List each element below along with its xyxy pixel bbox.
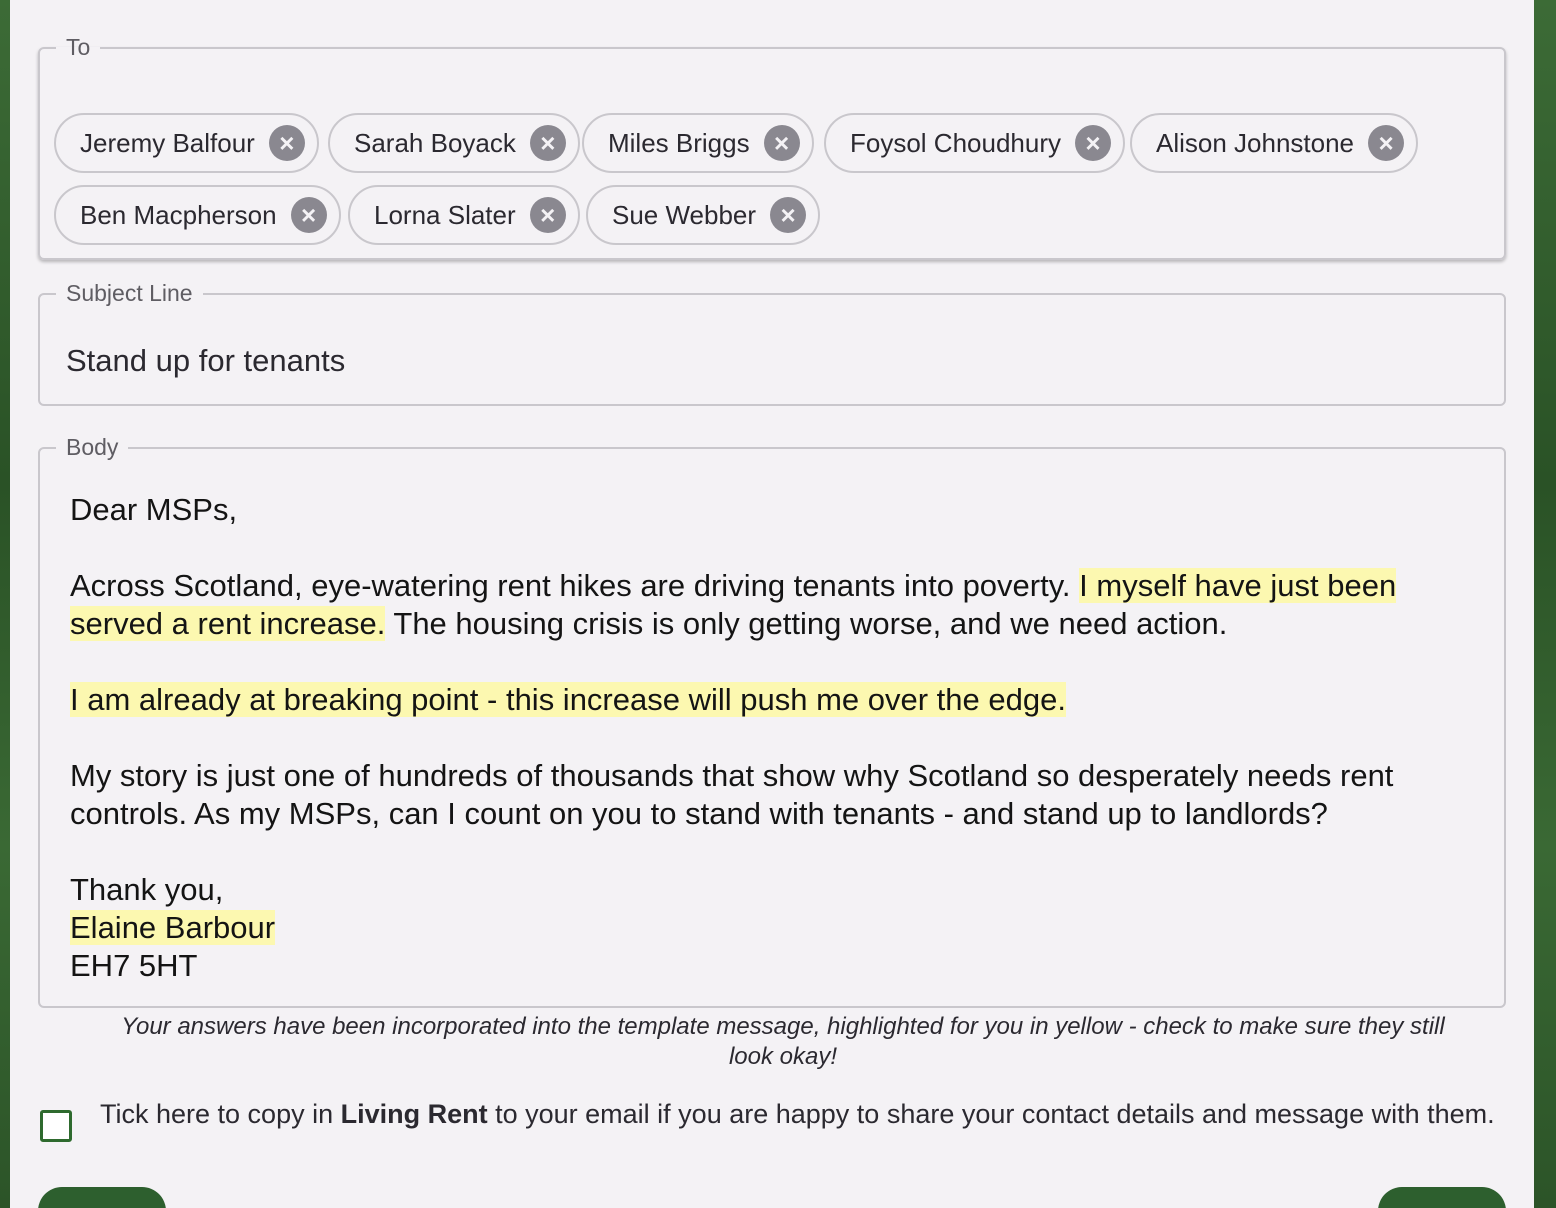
body-paragraph-3: My story is just one of hundreds of thou… [70,758,1394,831]
recipient-chip: Ben Macpherson × [54,185,341,245]
remove-recipient-icon[interactable]: × [290,197,327,233]
body-signoff: Thank you, [70,872,224,907]
next-button[interactable] [1378,1187,1506,1208]
to-field: To Jeremy Balfour × Sarah Boyack × Miles… [38,34,1506,260]
recipient-chip: Miles Briggs × [582,113,814,173]
recipient-name: Foysol Choudhury [850,127,1061,158]
body-legend: Body [66,434,119,460]
recipient-name: Alison Johnstone [1156,127,1355,158]
email-form-panel: To Jeremy Balfour × Sarah Boyack × Miles… [10,0,1534,1208]
recipient-name: Jeremy Balfour [80,127,255,158]
remove-recipient-icon[interactable]: × [529,197,566,233]
body-text-segment: Across Scotland, eye-watering rent hikes… [70,568,1080,603]
body-textarea[interactable]: Dear MSPs, Across Scotland, eye-watering… [70,491,1470,985]
recipient-name: Sarah Boyack [354,127,516,158]
copy-in-checkbox[interactable] [40,1110,72,1142]
body-name: Elaine Barbour [70,909,1470,947]
recipient-chip: Alison Johnstone × [1130,113,1419,173]
remove-recipient-icon[interactable]: × [1075,125,1111,161]
body-field[interactable]: Body Dear MSPs, Across Scotland, eye-wat… [38,434,1506,1008]
recipient-chip: Lorna Slater × [348,185,580,245]
body-text-segment: The housing crisis is only getting worse… [385,606,1228,641]
remove-recipient-icon[interactable]: × [1368,125,1405,161]
recipient-chip: Foysol Choudhury × [824,113,1125,173]
remove-recipient-icon[interactable]: × [770,197,807,233]
highlighted-answer: I am already at breaking point - this in… [70,682,1066,717]
body-postcode: EH7 5HT [70,948,198,983]
subject-field[interactable]: Subject Line Stand up for tenants [38,280,1506,406]
remove-recipient-icon[interactable]: × [529,125,566,161]
template-hint: Your answers have been incorporated into… [121,1013,1445,1070]
consent-text: Tick here to copy in [100,1099,341,1129]
remove-recipient-icon[interactable]: × [268,125,305,161]
body-paragraph-2: I am already at breaking point - this in… [70,681,1470,719]
body-greeting: Dear MSPs, [70,492,238,527]
to-legend: To [66,34,91,60]
background-right [1534,0,1556,1208]
recipient-name: Miles Briggs [608,127,750,158]
recipient-name: Ben Macpherson [80,199,277,230]
remove-recipient-icon[interactable]: × [763,125,800,161]
recipient-chip: Sue Webber × [586,185,821,245]
consent-label[interactable]: Tick here to copy in Living Rent to your… [100,1100,1500,1128]
recipient-chip: Sarah Boyack × [328,113,580,173]
subject-input[interactable]: Stand up for tenants [66,343,345,379]
back-button[interactable] [38,1187,166,1208]
consent-text: to your email if you are happy to share … [487,1099,1495,1129]
recipient-name: Sue Webber [612,199,757,230]
consent-org: Living Rent [340,1099,488,1129]
recipient-name: Lorna Slater [374,199,516,230]
subject-legend: Subject Line [66,280,193,306]
recipient-chip: Jeremy Balfour × [54,113,319,173]
highlighted-answer: Elaine Barbour [70,910,276,945]
body-paragraph-1: Across Scotland, eye-watering rent hikes… [70,567,1470,643]
